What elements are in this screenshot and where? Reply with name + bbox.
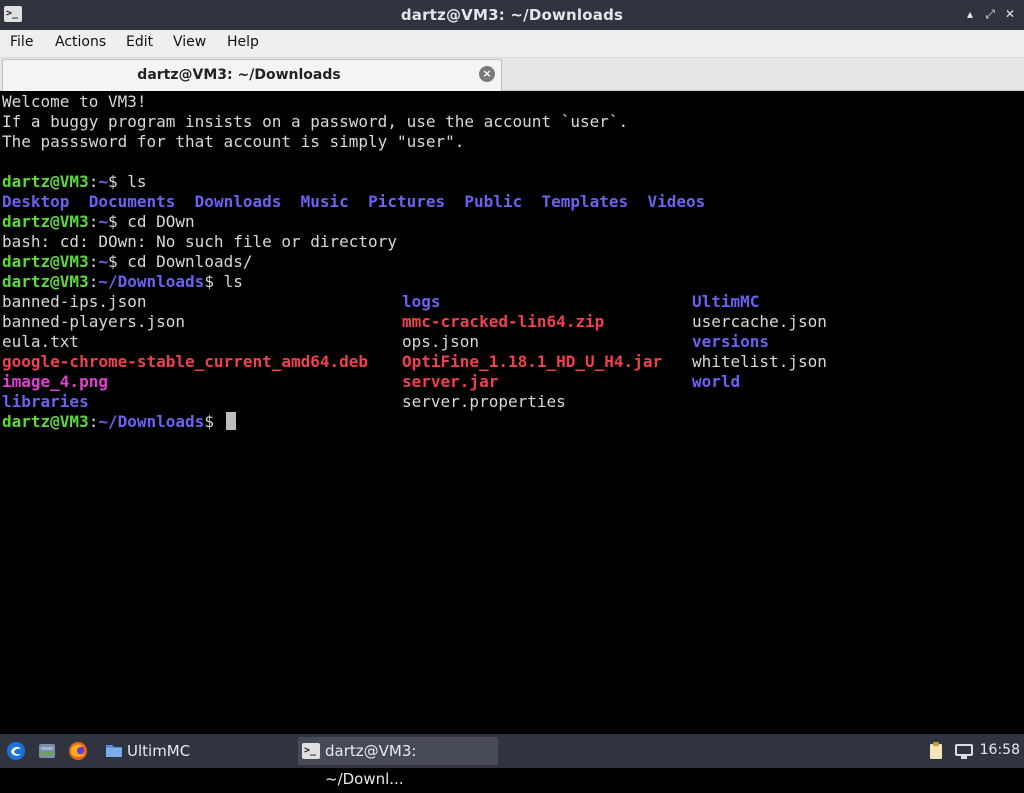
folder-icon bbox=[106, 745, 122, 757]
welcome-line: The passsword for that account is simply… bbox=[2, 132, 465, 151]
prompt-separator: : bbox=[88, 272, 99, 291]
ls-entry: mmc-cracked-lin64.zip bbox=[402, 312, 605, 331]
prompt-path: ~/Downloads bbox=[98, 412, 205, 431]
command-text: cd Downloads/ bbox=[127, 252, 253, 271]
prompt-line: dartz@VM3:~$ ls bbox=[2, 172, 147, 192]
ls-entry: eula.txt bbox=[2, 332, 80, 351]
prompt-path: ~/Downloads bbox=[98, 272, 205, 291]
ls-entry: libraries bbox=[2, 392, 89, 411]
ls-entry: logs bbox=[402, 292, 441, 311]
prompt-user: dartz@VM3 bbox=[2, 252, 89, 271]
clock: 16:58 bbox=[979, 742, 1020, 758]
prompt-dollar: $ bbox=[107, 212, 128, 231]
tab-terminal[interactable]: dartz@VM3: ~/Downloads × bbox=[2, 59, 502, 91]
file-manager-icon[interactable] bbox=[37, 741, 57, 761]
prompt-user: dartz@VM3 bbox=[2, 412, 89, 431]
tab-bar: dartz@VM3: ~/Downloads × bbox=[0, 58, 1024, 91]
window-title: dartz@VM3: ~/Downloads bbox=[400, 6, 624, 24]
tab-label: dartz@VM3: ~/Downloads bbox=[137, 67, 341, 83]
ls-entry: whitelist.json bbox=[692, 352, 827, 371]
ls-dir-entry: Public bbox=[464, 192, 523, 211]
welcome-line: Welcome to VM3! bbox=[2, 92, 147, 111]
prompt-line: dartz@VM3:~$ cd Downloads/ bbox=[2, 252, 252, 272]
prompt-separator: : bbox=[88, 172, 99, 191]
prompt-dollar: $ bbox=[204, 272, 224, 291]
ls-output-home: Desktop Documents Downloads Music Pictur… bbox=[2, 192, 705, 212]
ls-entry: banned-ips.json bbox=[2, 292, 147, 311]
window-titlebar[interactable]: >_ dartz@VM3: ~/Downloads ▴ ⤢ ✕ bbox=[0, 0, 1024, 30]
ls-dir-entry: Videos bbox=[647, 192, 706, 211]
prompt-separator: : bbox=[88, 212, 99, 231]
maximize-button[interactable]: ⤢ bbox=[982, 6, 998, 22]
start-menu-icon[interactable] bbox=[6, 741, 26, 761]
ls-column-1: banned-ips.json banned-players.json eula.t… bbox=[2, 292, 368, 412]
close-button[interactable]: ✕ bbox=[1002, 6, 1018, 22]
ls-entry: UltimMC bbox=[692, 292, 760, 311]
command-text: cd DOwn bbox=[127, 212, 195, 231]
command-text: ls bbox=[127, 172, 147, 191]
task-ultimmc[interactable]: UltimMC bbox=[100, 737, 290, 765]
ls-dir-entry: Templates bbox=[541, 192, 629, 211]
ls-entry: banned-players.json bbox=[2, 312, 186, 331]
prompt-dollar: $ bbox=[107, 172, 128, 191]
text-cursor bbox=[225, 412, 236, 430]
menu-help[interactable]: Help bbox=[227, 34, 259, 50]
prompt-line: dartz@VM3:~$ cd DOwn bbox=[2, 212, 195, 232]
menu-view[interactable]: View bbox=[173, 34, 206, 50]
network-icon[interactable] bbox=[954, 741, 974, 761]
ls-entry: versions bbox=[692, 332, 770, 351]
ls-dir-entry: Pictures bbox=[368, 192, 446, 211]
prompt-dollar: $ bbox=[107, 252, 128, 271]
prompt-dollar: $ bbox=[204, 412, 224, 431]
error-line: bash: cd: DOwn: No such file or director… bbox=[2, 232, 397, 251]
prompt-separator: : bbox=[88, 252, 99, 271]
minimize-button[interactable]: ▴ bbox=[962, 6, 978, 22]
ls-entry: server.jar bbox=[402, 372, 499, 391]
prompt-separator: : bbox=[88, 412, 99, 431]
ls-entry: ops.json bbox=[402, 332, 480, 351]
prompt-line: dartz@VM3:~/Downloads$ ls bbox=[2, 272, 243, 292]
ls-column-3: UltimMC usercache.json versions whitelist.j… bbox=[692, 292, 827, 392]
ls-dir-entry: Downloads bbox=[194, 192, 282, 211]
prompt-path: ~ bbox=[98, 252, 108, 271]
menu-file[interactable]: File bbox=[10, 34, 33, 50]
prompt-user: dartz@VM3 bbox=[2, 212, 89, 231]
clipboard-icon[interactable] bbox=[926, 741, 946, 761]
ls-column-2: logs mmc-cracked-lin64.zip ops.json OptiFin… bbox=[402, 292, 662, 412]
terminal-output[interactable]: Welcome to VM3! If a buggy program insis… bbox=[0, 91, 1024, 733]
ls-dir-entry: Documents bbox=[88, 192, 176, 211]
ls-entry: google-chrome-stable_current_amd64.deb bbox=[2, 352, 369, 371]
menu-bar: File Actions Edit View Help bbox=[0, 30, 1024, 58]
menu-edit[interactable]: Edit bbox=[126, 34, 153, 50]
ls-entry: OptiFine_1.18.1_HD_U_H4.jar bbox=[402, 352, 663, 371]
task-terminal[interactable]: >_ dartz@VM3: ~/Downl... bbox=[298, 737, 498, 788]
prompt-user: dartz@VM3 bbox=[2, 172, 89, 191]
terminal-icon: >_ bbox=[302, 743, 320, 759]
prompt-path: ~ bbox=[98, 212, 108, 231]
welcome-line: If a buggy program insists on a password… bbox=[2, 112, 629, 131]
prompt-user: dartz@VM3 bbox=[2, 272, 89, 291]
ls-entry: world bbox=[692, 372, 741, 391]
tab-close-icon[interactable]: × bbox=[479, 66, 495, 82]
menu-actions[interactable]: Actions bbox=[55, 34, 106, 50]
command-text: ls bbox=[223, 272, 243, 291]
ls-entry: server.properties bbox=[402, 392, 566, 411]
ls-dir-entry: Music bbox=[300, 192, 349, 211]
prompt-line-active: dartz@VM3:~/Downloads$ bbox=[2, 412, 236, 432]
prompt-path: ~ bbox=[98, 172, 108, 191]
ls-dir-entry: Desktop bbox=[2, 192, 70, 211]
task-label: dartz@VM3: ~/Downl... bbox=[325, 742, 417, 788]
ls-entry: image_4.png bbox=[2, 372, 108, 391]
taskbar: UltimMC >_ dartz@VM3: ~/Downl... 16:58 bbox=[0, 734, 1024, 788]
ls-entry: usercache.json bbox=[692, 312, 827, 331]
task-label: UltimMC bbox=[127, 742, 191, 760]
firefox-icon[interactable] bbox=[68, 741, 88, 761]
